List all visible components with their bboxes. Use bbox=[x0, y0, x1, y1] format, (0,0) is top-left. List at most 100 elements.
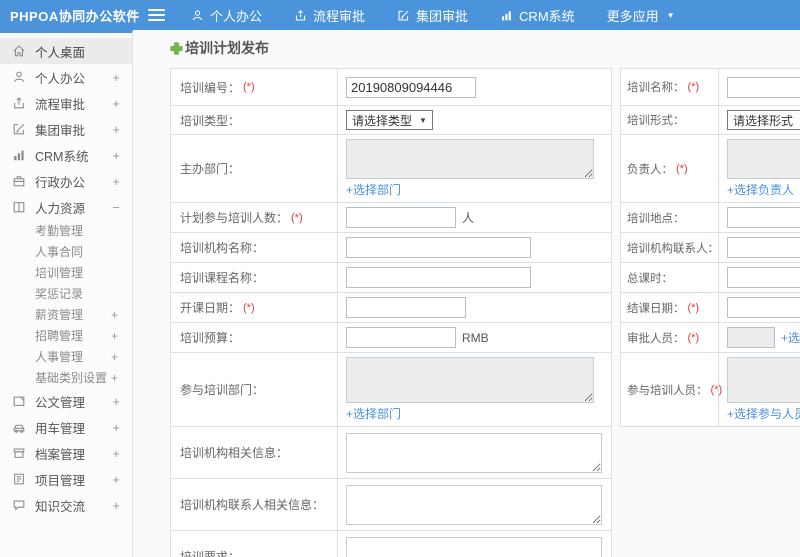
expand-icon[interactable]: + bbox=[111, 308, 118, 322]
expand-icon[interactable]: + bbox=[112, 70, 120, 85]
form-row-training-requirements: 培训要求： bbox=[171, 531, 611, 557]
expand-icon[interactable]: + bbox=[112, 472, 120, 487]
field-label: 培训要求： bbox=[180, 550, 241, 557]
planned-participants-input[interactable] bbox=[346, 207, 456, 228]
nav-crm[interactable]: CRM系统 bbox=[500, 6, 575, 25]
expand-icon[interactable]: + bbox=[112, 394, 120, 409]
sidebar-item-hr[interactable]: 人力资源 − bbox=[0, 194, 132, 220]
field-label: 审批人员： bbox=[627, 332, 685, 345]
form-row-training-type: 培训类型： 请选择类型 ▼ bbox=[171, 106, 611, 135]
select-leader-link[interactable]: +选择负责人 bbox=[727, 181, 794, 198]
caret-down-icon: ▼ bbox=[666, 10, 675, 20]
collapse-icon[interactable]: − bbox=[112, 200, 120, 215]
currency-suffix: RMB bbox=[462, 330, 489, 345]
required-mark: (*) bbox=[676, 162, 688, 175]
org-contact-input[interactable] bbox=[727, 237, 800, 258]
sidebar-subitem-reward-record[interactable]: 奖惩记录 bbox=[0, 283, 132, 304]
course-name-input[interactable] bbox=[346, 267, 531, 288]
expand-icon[interactable]: + bbox=[112, 174, 120, 189]
expand-icon[interactable]: + bbox=[111, 329, 118, 343]
sidebar-item-crm[interactable]: CRM系统 + bbox=[0, 142, 132, 168]
workflow-icon bbox=[12, 96, 27, 110]
select-dept-link[interactable]: +选择部门 bbox=[346, 405, 401, 422]
workflow-icon bbox=[294, 9, 307, 22]
expand-icon[interactable]: + bbox=[112, 122, 120, 137]
start-date-input[interactable] bbox=[346, 297, 466, 318]
form-row-training-name: 培训名称： (*) bbox=[621, 69, 800, 106]
training-requirements-textarea[interactable] bbox=[346, 536, 602, 557]
expand-icon[interactable]: + bbox=[112, 446, 120, 461]
sidebar-subitem-hr-contract[interactable]: 人事合同 bbox=[0, 241, 132, 262]
form-table-left: 培训编号：(*) 培训类型： 请选择类型 ▼ 主办部门： +选择部门 bbox=[170, 68, 612, 557]
nav-workflow-approval[interactable]: 流程审批 bbox=[294, 6, 365, 25]
training-name-input[interactable] bbox=[727, 76, 800, 98]
document-icon bbox=[12, 394, 27, 408]
org-contact-info-textarea[interactable] bbox=[346, 484, 602, 525]
nav-more-apps[interactable]: 更多应用 ▼ bbox=[607, 6, 675, 25]
sidebar-subitem-salary-mgmt[interactable]: 薪资管理 + bbox=[0, 304, 132, 325]
sidebar-item-personal-office[interactable]: 个人办公 + bbox=[0, 64, 132, 90]
leader-textarea[interactable] bbox=[727, 139, 800, 179]
sidebar-item-document-mgmt[interactable]: 公文管理 + bbox=[0, 388, 132, 414]
end-date-input[interactable] bbox=[727, 297, 800, 318]
car-icon bbox=[12, 420, 27, 434]
expand-icon[interactable]: + bbox=[112, 148, 120, 163]
sidebar-item-group-approval[interactable]: 集团审批 + bbox=[0, 116, 132, 142]
approver-input[interactable] bbox=[727, 327, 775, 348]
host-dept-textarea[interactable] bbox=[346, 139, 594, 179]
trainees-textarea[interactable] bbox=[727, 357, 800, 403]
expand-icon[interactable]: + bbox=[111, 350, 118, 364]
expand-icon[interactable]: + bbox=[112, 420, 120, 435]
sidebar-subitem-training-mgmt[interactable]: 培训管理 bbox=[0, 262, 132, 283]
org-info-textarea[interactable] bbox=[346, 432, 602, 473]
sidebar-item-desktop[interactable]: 个人桌面 bbox=[0, 38, 132, 64]
training-no-input[interactable] bbox=[346, 76, 476, 98]
field-label: 主办部门： bbox=[180, 162, 241, 176]
edit-icon bbox=[397, 9, 410, 22]
select-trainees-link[interactable]: +选择参与人员 bbox=[727, 405, 800, 422]
select-approver-link[interactable]: +选择审批人员 bbox=[781, 329, 800, 346]
briefcase-icon bbox=[12, 174, 27, 188]
sidebar-item-admin-office[interactable]: 行政办公 + bbox=[0, 168, 132, 194]
sidebar-item-project-mgmt[interactable]: 项目管理 + bbox=[0, 466, 132, 492]
home-icon bbox=[12, 44, 27, 58]
field-label: 培训预算： bbox=[180, 331, 241, 345]
sidebar-item-knowledge-exchange[interactable]: 知识交流 + bbox=[0, 492, 132, 518]
field-label: 培训地点： bbox=[627, 212, 685, 225]
nav-group-approval[interactable]: 集团审批 bbox=[397, 6, 468, 25]
form-row-location: 培训地点： bbox=[621, 203, 800, 233]
total-hours-input[interactable] bbox=[727, 267, 800, 288]
chat-icon bbox=[12, 498, 27, 512]
form-row-org-name: 培训机构名称： bbox=[171, 233, 611, 263]
required-mark: (*) bbox=[243, 81, 255, 93]
training-type-select[interactable]: 请选择类型 ▼ bbox=[346, 110, 433, 130]
top-nav: 个人办公 流程审批 集团审批 CRM系统 更多应用 ▼ bbox=[191, 6, 675, 25]
sidebar: 个人桌面 个人办公 + 流程审批 + 集团审批 + CRM系统 + 行政办公 +… bbox=[0, 30, 133, 557]
sidebar-item-archive-mgmt[interactable]: 档案管理 + bbox=[0, 440, 132, 466]
expand-icon[interactable]: + bbox=[112, 498, 120, 513]
sidebar-subitem-personnel-mgmt[interactable]: 人事管理 + bbox=[0, 346, 132, 367]
training-form-select[interactable]: 请选择形式 ▼ bbox=[727, 110, 800, 130]
sidebar-subitem-base-category[interactable]: 基础类别设置 + bbox=[0, 367, 132, 388]
sidebar-subitem-recruit-mgmt[interactable]: 招聘管理 + bbox=[0, 325, 132, 346]
field-label: 培训编号： bbox=[180, 80, 241, 95]
archive-icon bbox=[12, 446, 27, 460]
expand-icon[interactable]: + bbox=[112, 96, 120, 111]
plus-icon bbox=[170, 42, 183, 55]
menu-icon[interactable] bbox=[148, 9, 165, 21]
location-input[interactable] bbox=[727, 207, 800, 228]
required-mark: (*) bbox=[687, 301, 700, 314]
form-row-total-hours: 总课时： bbox=[621, 263, 800, 293]
org-name-input[interactable] bbox=[346, 237, 531, 258]
sidebar-item-workflow-approval[interactable]: 流程审批 + bbox=[0, 90, 132, 116]
budget-input[interactable] bbox=[346, 327, 456, 348]
sidebar-subitem-attendance[interactable]: 考勤管理 bbox=[0, 220, 132, 241]
nav-personal-office[interactable]: 个人办公 bbox=[191, 6, 262, 25]
field-label: 结课日期： bbox=[627, 302, 685, 315]
caret-down-icon: ▼ bbox=[419, 115, 427, 125]
form-row-course-name: 培训课程名称： bbox=[171, 263, 611, 293]
participating-dept-textarea[interactable] bbox=[346, 357, 594, 403]
expand-icon[interactable]: + bbox=[111, 371, 118, 385]
select-dept-link[interactable]: +选择部门 bbox=[346, 181, 401, 198]
sidebar-item-vehicle-mgmt[interactable]: 用车管理 + bbox=[0, 414, 132, 440]
